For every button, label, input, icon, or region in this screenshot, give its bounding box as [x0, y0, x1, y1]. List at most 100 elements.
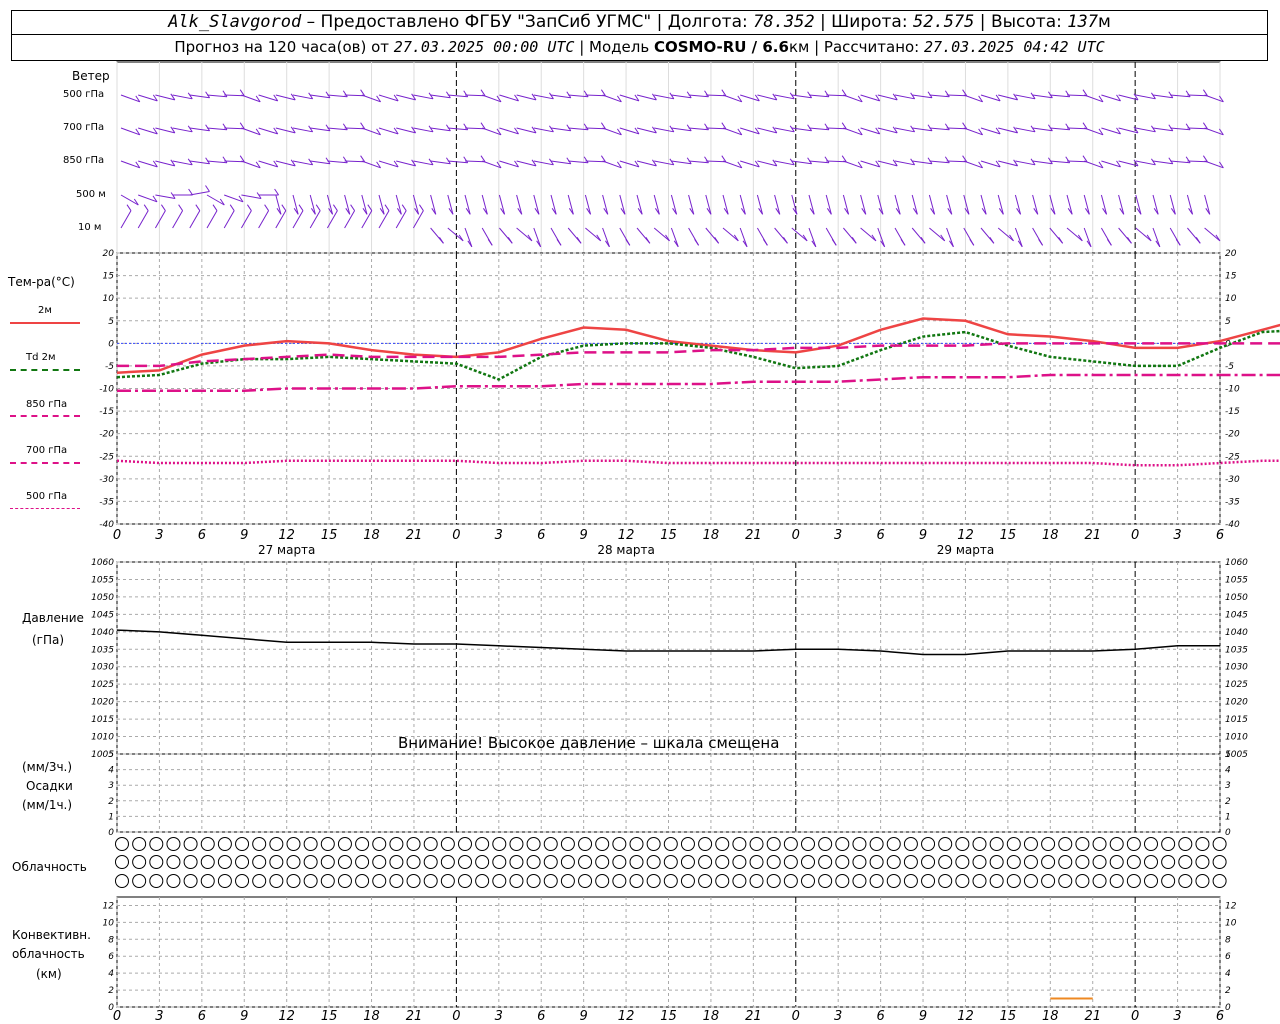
convective-ytick-right: 4: [1225, 969, 1231, 979]
convective-ytick-right: 6: [1225, 952, 1231, 962]
x-tick-label-bottom: 21: [1084, 1009, 1101, 1024]
wind-barb: [585, 160, 606, 163]
cloud-circle: [372, 837, 387, 851]
cloud-circle: [526, 837, 541, 851]
wind-barb: [791, 127, 812, 132]
wind-barb: [344, 194, 351, 215]
day-label: 28 марта: [597, 543, 654, 557]
wind-barb: [1100, 194, 1108, 215]
wind-barb: [808, 194, 815, 215]
cloud-circle: [680, 855, 695, 869]
temperature-ytick-right: -10: [1225, 385, 1240, 395]
cloud-circle: [132, 837, 147, 851]
cloud-circle: [595, 874, 610, 888]
cloud-circle: [217, 874, 232, 888]
wind-barb: [1135, 160, 1156, 166]
pressure-ytick-left: 1060: [91, 558, 114, 568]
wind-barb: [258, 210, 270, 229]
wind-barb: [877, 227, 886, 247]
cloud-circle: [526, 874, 541, 888]
wind-barb-flag: [332, 204, 338, 211]
cloud-circle: [749, 855, 764, 869]
cloud-circle: [698, 837, 713, 851]
wind-barb: [310, 127, 331, 132]
x-tick-label-bottom: 6: [1216, 1009, 1224, 1024]
wind-barb: [1187, 94, 1208, 97]
wind-barb: [997, 227, 1014, 242]
cloud-circle: [1092, 837, 1107, 851]
precip-unit-1h: (мм/1ч.): [22, 798, 73, 812]
cloud-circle: [869, 874, 884, 888]
wind-barb: [653, 227, 670, 242]
wind-barb: [413, 94, 434, 100]
pressure-ytick-left: 1045: [91, 610, 114, 620]
wind-barb: [946, 127, 967, 130]
wind-barb: [1083, 227, 1092, 247]
x-tick-label-bottom: 15: [660, 1009, 677, 1024]
cloud-circle: [903, 855, 918, 869]
cloud-circle: [1041, 837, 1056, 851]
cloud-circle: [1195, 874, 1210, 888]
cloud-circle: [166, 855, 181, 869]
pressure-ytick-left: 1035: [91, 645, 114, 655]
pressure-ytick-right: 1035: [1225, 645, 1248, 655]
wind-barb-flag: [851, 237, 857, 244]
cloud-circle: [715, 855, 730, 869]
wind-barb: [1204, 194, 1211, 215]
wind-barb: [808, 127, 829, 131]
wind-barb: [292, 160, 313, 166]
wind-barb: [808, 94, 829, 98]
wind-barb: [791, 94, 812, 99]
cloud-circle: [1075, 855, 1090, 869]
wind-barb-flag: [1058, 237, 1064, 244]
wind-barb: [533, 227, 542, 247]
wind-barb-flag: [704, 90, 709, 98]
cloud-circle: [406, 874, 421, 888]
cloud-circle: [612, 837, 627, 851]
wind-barb: [567, 194, 574, 215]
cloud-circle: [578, 837, 593, 851]
cloud-circle: [1058, 874, 1073, 888]
wind-barb-flag: [583, 123, 589, 131]
wind-barb: [275, 194, 282, 215]
temperature-ytick-left: -10: [99, 385, 114, 395]
precip-unit-3h: (мм/3ч.): [22, 760, 73, 774]
pressure-ytick-right: 1055: [1225, 575, 1248, 585]
wind-barb: [929, 227, 946, 242]
cloud-circle: [560, 855, 575, 869]
cloud-circle: [1195, 855, 1210, 869]
x-tick-label-bottom: 15: [321, 1009, 338, 1024]
wind-barb: [344, 94, 365, 97]
cloud-circle: [320, 837, 335, 851]
cloud-circle: [663, 855, 678, 869]
wind-barb: [413, 127, 434, 133]
wind-barb: [585, 227, 602, 242]
wind-barb: [1170, 94, 1191, 98]
wind-barb: [860, 227, 877, 242]
wind-barb: [481, 194, 488, 215]
x-tick-label-bottom: 0: [113, 1009, 121, 1024]
x-tick-label-bottom: 21: [745, 1009, 762, 1024]
x-tick-label: 3: [495, 528, 503, 543]
temperature-ytick-left: -5: [105, 362, 114, 372]
x-tick-label-bottom: 18: [363, 1009, 380, 1024]
cloud-circle: [132, 874, 147, 888]
wind-barb: [224, 160, 245, 163]
temperature-title: Тем-ра(°C): [8, 275, 75, 289]
cloud-circle: [1144, 874, 1158, 888]
wind-barb: [292, 127, 313, 133]
wind-barb: [946, 160, 967, 163]
x-tick-label-bottom: 3: [495, 1009, 503, 1024]
temperature-ytick-right: -5: [1225, 362, 1234, 372]
cloud-circle: [149, 874, 164, 888]
wind-barb: [842, 194, 850, 215]
legend-700-line: [10, 462, 80, 464]
x-tick-label: 0: [113, 528, 121, 543]
wind-barb: [189, 127, 210, 132]
wind-barb-flag: [160, 204, 166, 211]
cloud-circle: [252, 855, 267, 869]
cloud-circle: [475, 855, 490, 869]
wind-barb: [516, 227, 533, 242]
x-tick-label: 12: [278, 528, 295, 543]
cloud-circle: [372, 874, 387, 888]
